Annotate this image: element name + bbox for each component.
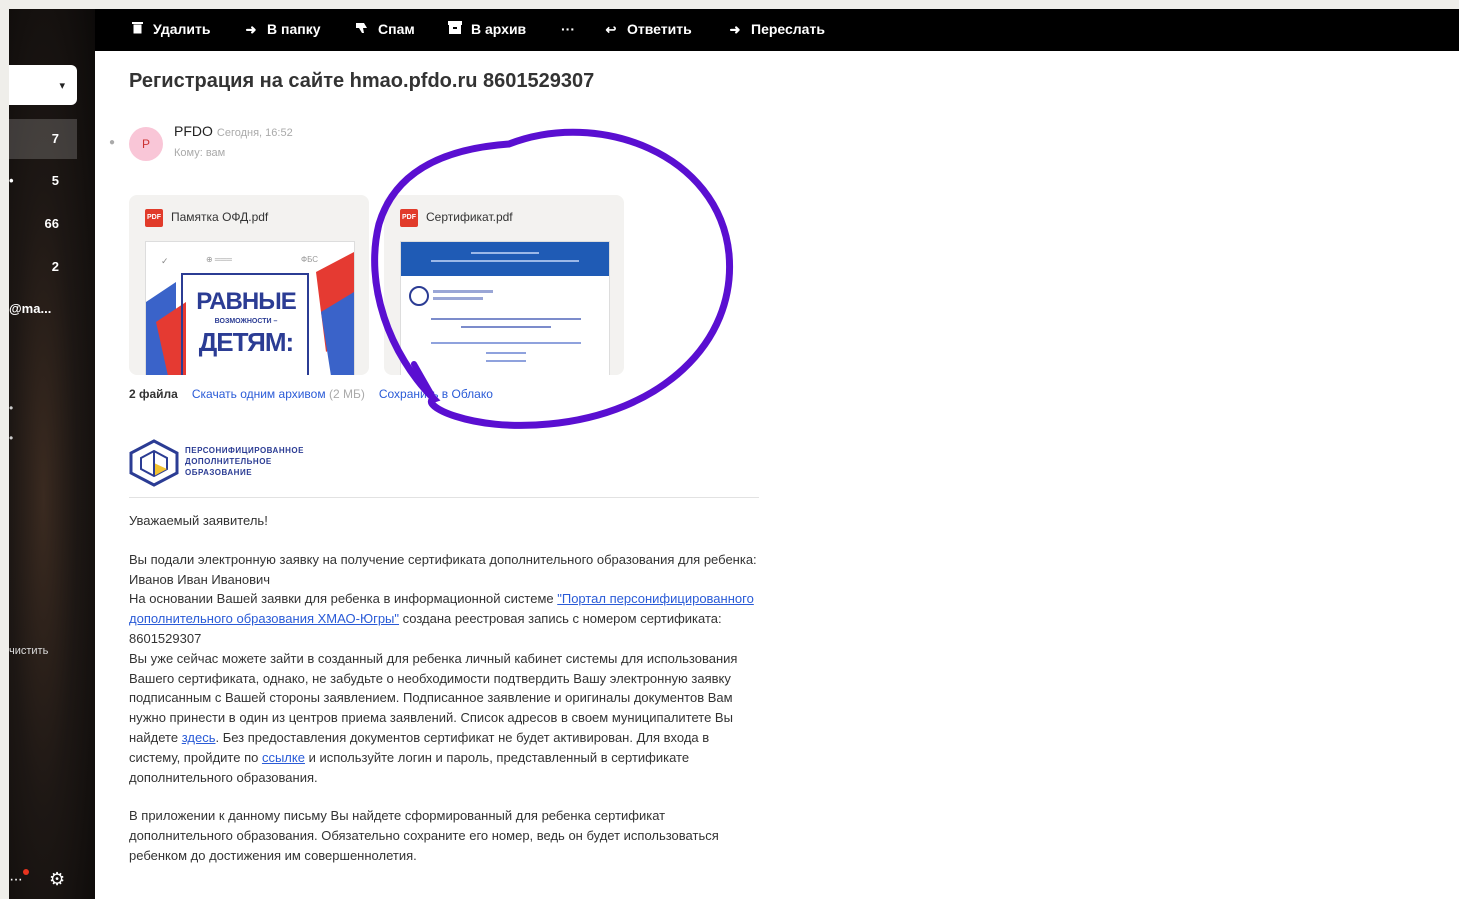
folder-icon: • xyxy=(9,173,14,188)
addresses-link[interactable]: здесь xyxy=(182,730,216,745)
chevron-down-icon[interactable]: ▾ xyxy=(59,79,65,92)
sidebar: ▾ 7 • 5 66 2 @ma... • • чистить ··· ⚙ xyxy=(9,9,95,899)
pfdo-logo-icon xyxy=(129,439,179,487)
svg-text:⊕ ═══: ⊕ ═══ xyxy=(206,255,232,264)
divider xyxy=(129,497,759,498)
archive-icon xyxy=(447,21,463,37)
pdf-icon: PDF xyxy=(145,209,163,227)
annotation-circle xyxy=(371,128,734,429)
spam-button[interactable]: Спам xyxy=(354,21,415,37)
sidebar-item-folder-4[interactable]: 2 xyxy=(9,247,95,287)
greeting: Уважаемый заявитель! xyxy=(129,513,268,528)
message-body: Уважаемый заявитель! Вы подали электронн… xyxy=(129,511,759,885)
logo-text: ПЕРСОНИФИЦИРОВАННОЕ ДОПОЛНИТЕЛЬНОЕ ОБРАЗ… xyxy=(185,446,304,477)
archive-label: В архив xyxy=(471,21,527,37)
move-to-folder-button[interactable]: ➜ В папку xyxy=(243,21,321,38)
svg-text:ФБС: ФБС xyxy=(301,255,318,264)
sender-name[interactable]: PFDO xyxy=(174,123,213,139)
svg-text:✓: ✓ xyxy=(161,256,169,266)
reply-label: Ответить xyxy=(627,21,692,37)
attachment-name: Памятка ОФД.pdf xyxy=(171,210,269,225)
sidebar-footer: ··· ⚙ xyxy=(9,869,95,893)
login-link[interactable]: ссылке xyxy=(262,750,305,765)
delete-button[interactable]: Удалить xyxy=(129,21,210,37)
bullet-icon: • xyxy=(9,401,14,415)
folder-move-icon: ➜ xyxy=(245,22,257,37)
sidebar-item-inbox[interactable]: 7 xyxy=(9,119,77,159)
more-actions-button[interactable]: ··· xyxy=(561,21,575,37)
unread-count: 66 xyxy=(44,216,59,231)
unread-dot-icon[interactable]: ● xyxy=(109,137,115,148)
forward-button[interactable]: ➜ Переслать xyxy=(727,21,825,38)
attachment-card[interactable]: PDF Памятка ОФД.pdf ✓ ⊕ ═══ ФБС РАВНЫЕ ВО… xyxy=(129,195,369,375)
delete-label: Удалить xyxy=(153,21,211,37)
archive-button[interactable]: В архив xyxy=(447,21,526,37)
body-paragraph-2: В приложении к данному письму Вы найдете… xyxy=(129,808,719,863)
sidebar-item-folder-2[interactable]: • 5 xyxy=(9,161,95,201)
bullet-icon: • xyxy=(9,431,14,445)
unread-count: 2 xyxy=(51,259,59,274)
body-paragraph-1: Вы подали электронную заявку на получени… xyxy=(129,551,757,785)
mail-window: ▾ 7 • 5 66 2 @ma... • • чистить ··· ⚙ Уд… xyxy=(9,9,1459,899)
message-toolbar: Удалить ➜ В папку Спам В архив ··· ↩ Ответ… xyxy=(95,9,1459,51)
attachments-count: 2 файла xyxy=(129,387,178,401)
notification-dot xyxy=(23,869,29,875)
message-date: Сегодня, 16:52 xyxy=(216,127,293,139)
sidebar-clean-link[interactable]: чистить xyxy=(9,645,48,657)
attachment-header: PDF Памятка ОФД.pdf xyxy=(145,209,268,227)
download-archive-link[interactable]: Скачать одним архивом (2 МБ) xyxy=(192,387,365,401)
forward-label: Переслать xyxy=(751,21,825,37)
more-icon[interactable]: ··· xyxy=(9,871,23,889)
unread-count: 7 xyxy=(51,131,59,146)
brochure-title: РАВНЫЕ ВОЗМОЖНОСТИ – ДЕТЯМ: xyxy=(196,288,296,357)
pfdo-logo: ПЕРСОНИФИЦИРОВАННОЕ ДОПОЛНИТЕЛЬНОЕ ОБРАЗ… xyxy=(129,439,303,492)
sender-line: PFDO Сегодня, 16:52 xyxy=(174,123,293,139)
gear-icon[interactable]: ⚙ xyxy=(49,869,65,890)
recipient-line: Кому: вам xyxy=(174,147,226,159)
more-icon: ··· xyxy=(561,21,575,37)
thumbs-down-icon xyxy=(354,22,370,37)
trash-icon xyxy=(129,21,145,37)
unread-count: 5 xyxy=(51,173,59,188)
reply-button[interactable]: ↩ Ответить xyxy=(603,21,692,38)
spam-label: Спам xyxy=(378,21,415,37)
compose-button[interactable]: ▾ xyxy=(9,65,77,105)
reply-icon: ↩ xyxy=(605,22,617,37)
sidebar-account-email[interactable]: @ma... xyxy=(9,301,51,316)
attachment-thumbnail[interactable]: ✓ ⊕ ═══ ФБС РАВНЫЕ ВОЗМОЖНОСТИ – ДЕТЯМ: xyxy=(145,241,355,375)
forward-icon: ➜ xyxy=(729,22,741,37)
move-to-folder-label: В папку xyxy=(267,21,321,37)
sidebar-item-folder-3[interactable]: 66 xyxy=(9,204,95,244)
message-subject: Регистрация на сайте hmao.pfdo.ru 860152… xyxy=(129,70,595,92)
avatar[interactable]: P xyxy=(129,127,163,161)
